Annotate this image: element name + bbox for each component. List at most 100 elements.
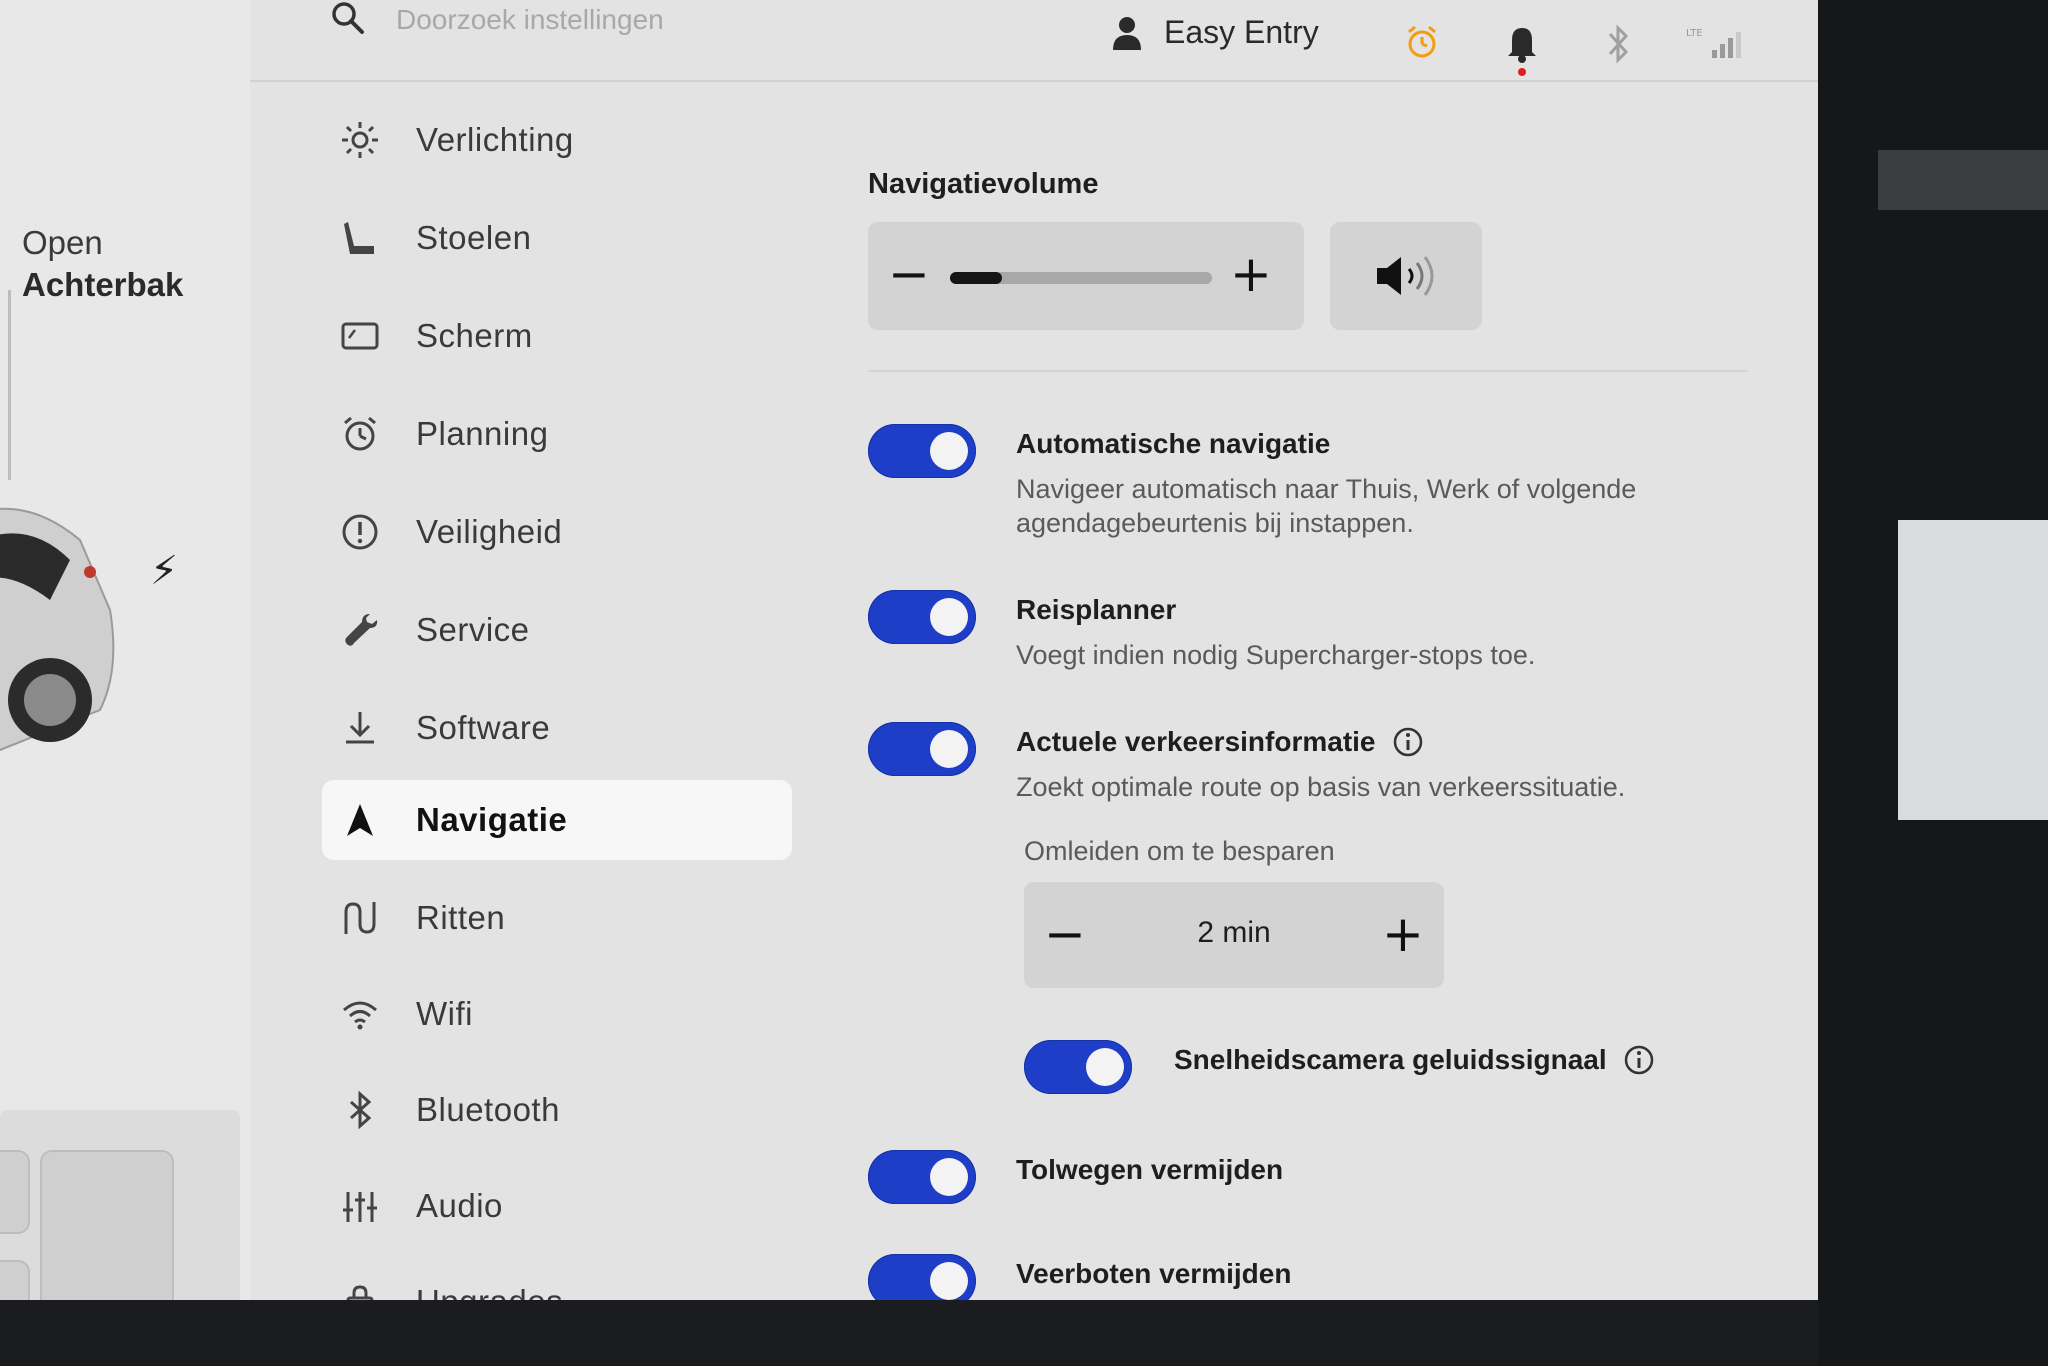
- alarm-clock-icon[interactable]: [1404, 24, 1440, 60]
- setting-title: Tolwegen vermijden: [1016, 1154, 1283, 1186]
- download-icon: [336, 704, 384, 752]
- setting-title-text: Reisplanner: [1016, 594, 1177, 625]
- mute-button[interactable]: [1330, 222, 1482, 330]
- setting-description: Voegt indien nodig Supercharger-stops to…: [1016, 640, 1536, 670]
- menu-item-planning[interactable]: Planning: [322, 394, 792, 474]
- car-image: [0, 507, 115, 751]
- menu-item-stoelen[interactable]: Stoelen: [322, 198, 792, 278]
- toggle-knob: [930, 1262, 968, 1300]
- menu-item-bluetooth[interactable]: Bluetooth: [322, 1070, 792, 1150]
- background-reflection: [1898, 520, 2048, 820]
- setting-title-text: Automatische navigatie: [1016, 428, 1331, 459]
- toggle-avoid-ferries[interactable]: [868, 1254, 976, 1300]
- display-icon: [336, 312, 384, 360]
- volume-control: − +: [868, 222, 1304, 330]
- trunk-label-line1: Open: [22, 224, 103, 261]
- toggle-automatic-navigation[interactable]: [868, 424, 976, 478]
- toggle-knob: [930, 432, 968, 470]
- menu-item-veiligheid[interactable]: Veiligheid: [322, 492, 792, 572]
- open-trunk-button[interactable]: Open Achterbak: [22, 222, 183, 306]
- info-icon[interactable]: [1392, 726, 1424, 758]
- reroute-stepper: − 2 min +: [1024, 882, 1444, 988]
- volume-title: Navigatievolume: [868, 168, 1099, 200]
- menu-label: Upgrades: [416, 1283, 563, 1300]
- setting-title: Veerboten vermijden: [1016, 1258, 1291, 1290]
- display-bezel: [1818, 0, 2048, 1366]
- toggle-knob: [930, 1158, 968, 1196]
- search-input[interactable]: Doorzoek instellingen: [330, 0, 664, 40]
- top-bar: Doorzoek instellingen Easy Entry LTE: [250, 0, 1818, 82]
- menu-item-verlichting[interactable]: Verlichting: [322, 100, 792, 180]
- search-icon: [332, 2, 364, 34]
- svg-text:LTE: LTE: [1686, 28, 1703, 39]
- wrench-icon: [336, 606, 384, 654]
- sun-icon: [336, 116, 384, 164]
- volume-slider[interactable]: [950, 272, 1212, 284]
- trips-icon: [336, 894, 384, 942]
- setting-title-text: Tolwegen vermijden: [1016, 1154, 1284, 1185]
- menu-label: Veiligheid: [416, 513, 563, 550]
- toggle-knob: [930, 598, 968, 636]
- setting-title: Snelheidscamera geluidssignaal: [1174, 1044, 1655, 1076]
- menu-label: Software: [416, 709, 551, 746]
- background-reflection: [1878, 150, 2048, 210]
- charging-bolt-icon: ⚡: [150, 548, 179, 594]
- bell-icon[interactable]: [1506, 24, 1538, 76]
- profile-name: Easy Entry: [1164, 14, 1319, 50]
- divider: [8, 290, 11, 480]
- toggle-knob: [930, 730, 968, 768]
- toggle-trip-planner[interactable]: [868, 590, 976, 644]
- menu-item-upgrades[interactable]: Upgrades: [322, 1262, 792, 1300]
- volume-slider-fill: [950, 272, 1003, 284]
- search-placeholder: Doorzoek instellingen: [396, 4, 664, 35]
- user-icon: [1113, 16, 1141, 50]
- menu-label: Verlichting: [416, 121, 574, 158]
- alarm-clock-icon: [336, 410, 384, 458]
- equalizer-icon: [336, 1182, 384, 1230]
- reroute-increase-button[interactable]: +: [1382, 904, 1424, 964]
- menu-item-ritten[interactable]: Ritten: [322, 878, 792, 958]
- setting-title: Automatische navigatie: [1016, 428, 1330, 460]
- info-icon[interactable]: [1623, 1044, 1655, 1076]
- toggle-knob: [1086, 1048, 1124, 1086]
- shopping-bag-icon: [336, 1278, 384, 1300]
- setting-title: Reisplanner: [1016, 594, 1176, 626]
- setting-description: Zoekt optimale route op basis van verkee…: [1016, 772, 1626, 802]
- reroute-value: 2 min: [1197, 916, 1271, 949]
- menu-label: Ritten: [416, 899, 506, 936]
- seat-map: [0, 1110, 240, 1300]
- setting-title-text: Veerboten vermijden: [1016, 1258, 1292, 1289]
- setting-title-text: Snelheidscamera geluidssignaal: [1174, 1044, 1607, 1075]
- menu-item-scherm[interactable]: Scherm: [322, 296, 792, 376]
- seat-icon: [40, 1150, 174, 1300]
- menu-item-software[interactable]: Software: [322, 688, 792, 768]
- bluetooth-icon[interactable]: [1604, 24, 1632, 64]
- toggle-speed-camera[interactable]: [1024, 1040, 1132, 1094]
- toggle-live-traffic[interactable]: [868, 722, 976, 776]
- lte-signal-icon: LTE: [1686, 28, 1741, 58]
- seat-icon: [0, 1260, 30, 1300]
- menu-item-wifi[interactable]: Wifi: [322, 974, 792, 1054]
- speaker-icon: [1377, 256, 1434, 296]
- trunk-label-line2: Achterbak: [22, 266, 184, 303]
- setting-title: Actuele verkeersinformatie: [1016, 726, 1424, 758]
- alert-circle-icon: [336, 508, 384, 556]
- menu-item-service[interactable]: Service: [322, 590, 792, 670]
- menu-label: Service: [416, 611, 530, 648]
- menu-label: Stoelen: [416, 219, 532, 256]
- menu-item-navigatie[interactable]: Navigatie: [322, 780, 792, 860]
- volume-increase-button[interactable]: +: [1230, 244, 1272, 304]
- wifi-icon: [336, 990, 384, 1038]
- profile-button[interactable]: Easy Entry: [1112, 14, 1319, 51]
- setting-description: Navigeer automatisch naar Thuis, Werk of…: [1016, 474, 1637, 538]
- volume-decrease-button[interactable]: −: [888, 244, 930, 304]
- display-bezel: [0, 1300, 1818, 1366]
- menu-label: Planning: [416, 415, 549, 452]
- reroute-label: Omleiden om te besparen: [1024, 836, 1335, 866]
- menu-item-audio[interactable]: Audio: [322, 1166, 792, 1246]
- toggle-avoid-tolls[interactable]: [868, 1150, 976, 1204]
- touchscreen: Open Achterbak ⚡ Doorzoek instellingen E…: [0, 0, 1818, 1300]
- navigation-arrow-icon: [336, 796, 384, 844]
- seat-icon: [0, 1150, 30, 1234]
- menu-label: Audio: [416, 1187, 503, 1224]
